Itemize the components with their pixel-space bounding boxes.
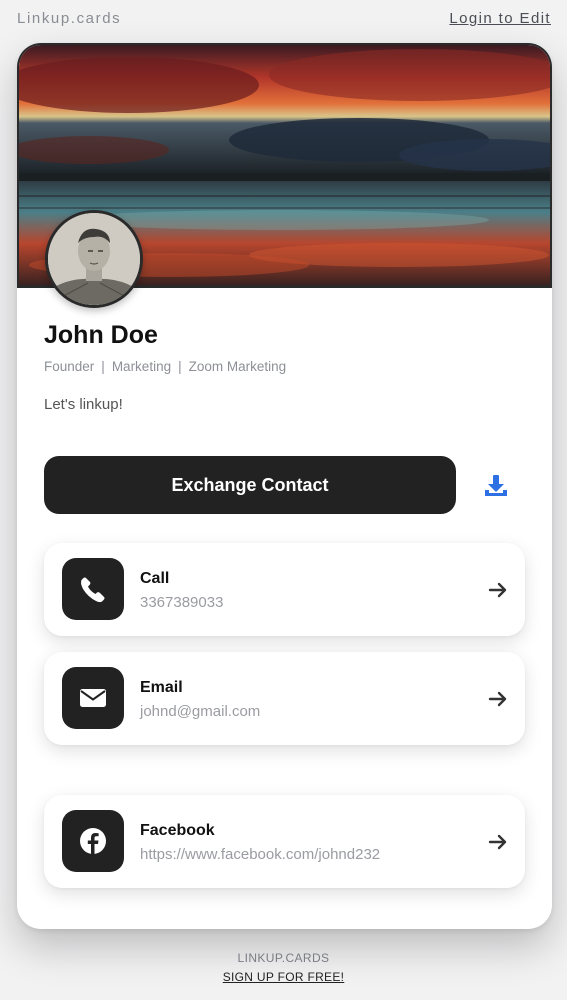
top-bar: Linkup.cards Login to Edit [0,0,567,40]
role-separator: | [178,359,182,374]
facebook-icon [62,810,124,872]
exchange-contact-button[interactable]: Exchange Contact [44,456,456,514]
download-icon[interactable] [483,473,509,499]
brand-logo-text[interactable]: Linkup.cards [17,10,121,27]
phone-icon [62,558,124,620]
role-company: Zoom Marketing [188,359,287,374]
login-to-edit-link[interactable]: Login to Edit [449,10,551,27]
link-title: Email [140,679,183,696]
profile-bio: Let's linkup! [44,396,123,413]
link-title: Facebook [140,822,215,839]
link-value: johnd@gmail.com [140,703,261,720]
footer-brand: LINKUP.CARDS [237,951,330,965]
role-marketing: Marketing [111,359,172,374]
arrow-right-icon [488,580,508,600]
arrow-right-icon [488,832,508,852]
link-value: https://www.facebook.com/johnd232 [140,846,381,863]
profile-roles: Founder | Marketing | Zoom Marketing [44,359,286,374]
arrow-right-icon [488,689,508,709]
link-row-email[interactable]: Email johnd@gmail.com [44,652,525,745]
envelope-icon [62,667,124,729]
profile-card: John Doe Founder | Marketing | Zoom Marketin… [17,43,552,929]
profile-name: John Doe [44,321,158,349]
signup-link[interactable]: SIGN UP FOR FREE! [0,970,567,984]
role-founder: Founder [44,359,95,374]
link-title: Call [140,570,170,587]
link-row-call[interactable]: Call 3367389033 [44,543,525,636]
link-value: 3367389033 [140,594,224,611]
role-separator: | [101,359,105,374]
profile-avatar [45,210,143,308]
link-row-facebook[interactable]: Facebook https://www.facebook.com/johnd2… [44,795,525,888]
